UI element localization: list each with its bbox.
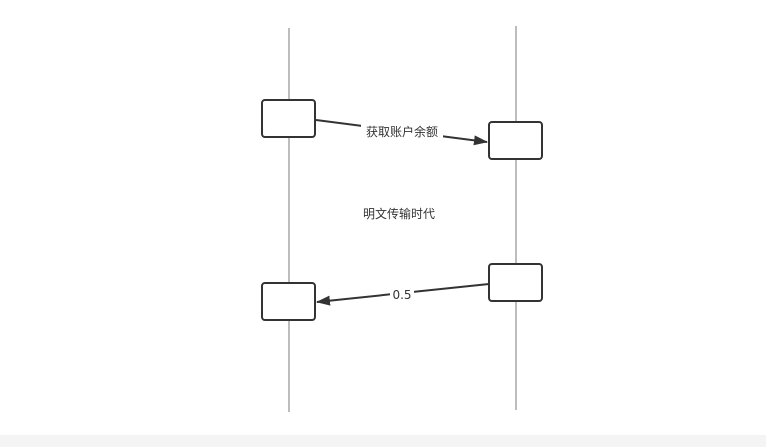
sequence-diagram: 获取账户余额 明文传输时代 0.5 [261, 26, 543, 412]
activation-left-bottom [261, 282, 316, 321]
activation-right-bottom [488, 263, 543, 302]
message-label-response: 0.5 [392, 288, 411, 302]
bottom-band [0, 435, 766, 447]
message-label-request: 获取账户余额 [366, 124, 438, 139]
diagram-note: 明文传输时代 [363, 206, 435, 221]
activation-left-top [261, 99, 316, 138]
diagram-canvas: 获取账户余额 明文传输时代 0.5 [0, 0, 766, 447]
activation-right-top [488, 121, 543, 160]
